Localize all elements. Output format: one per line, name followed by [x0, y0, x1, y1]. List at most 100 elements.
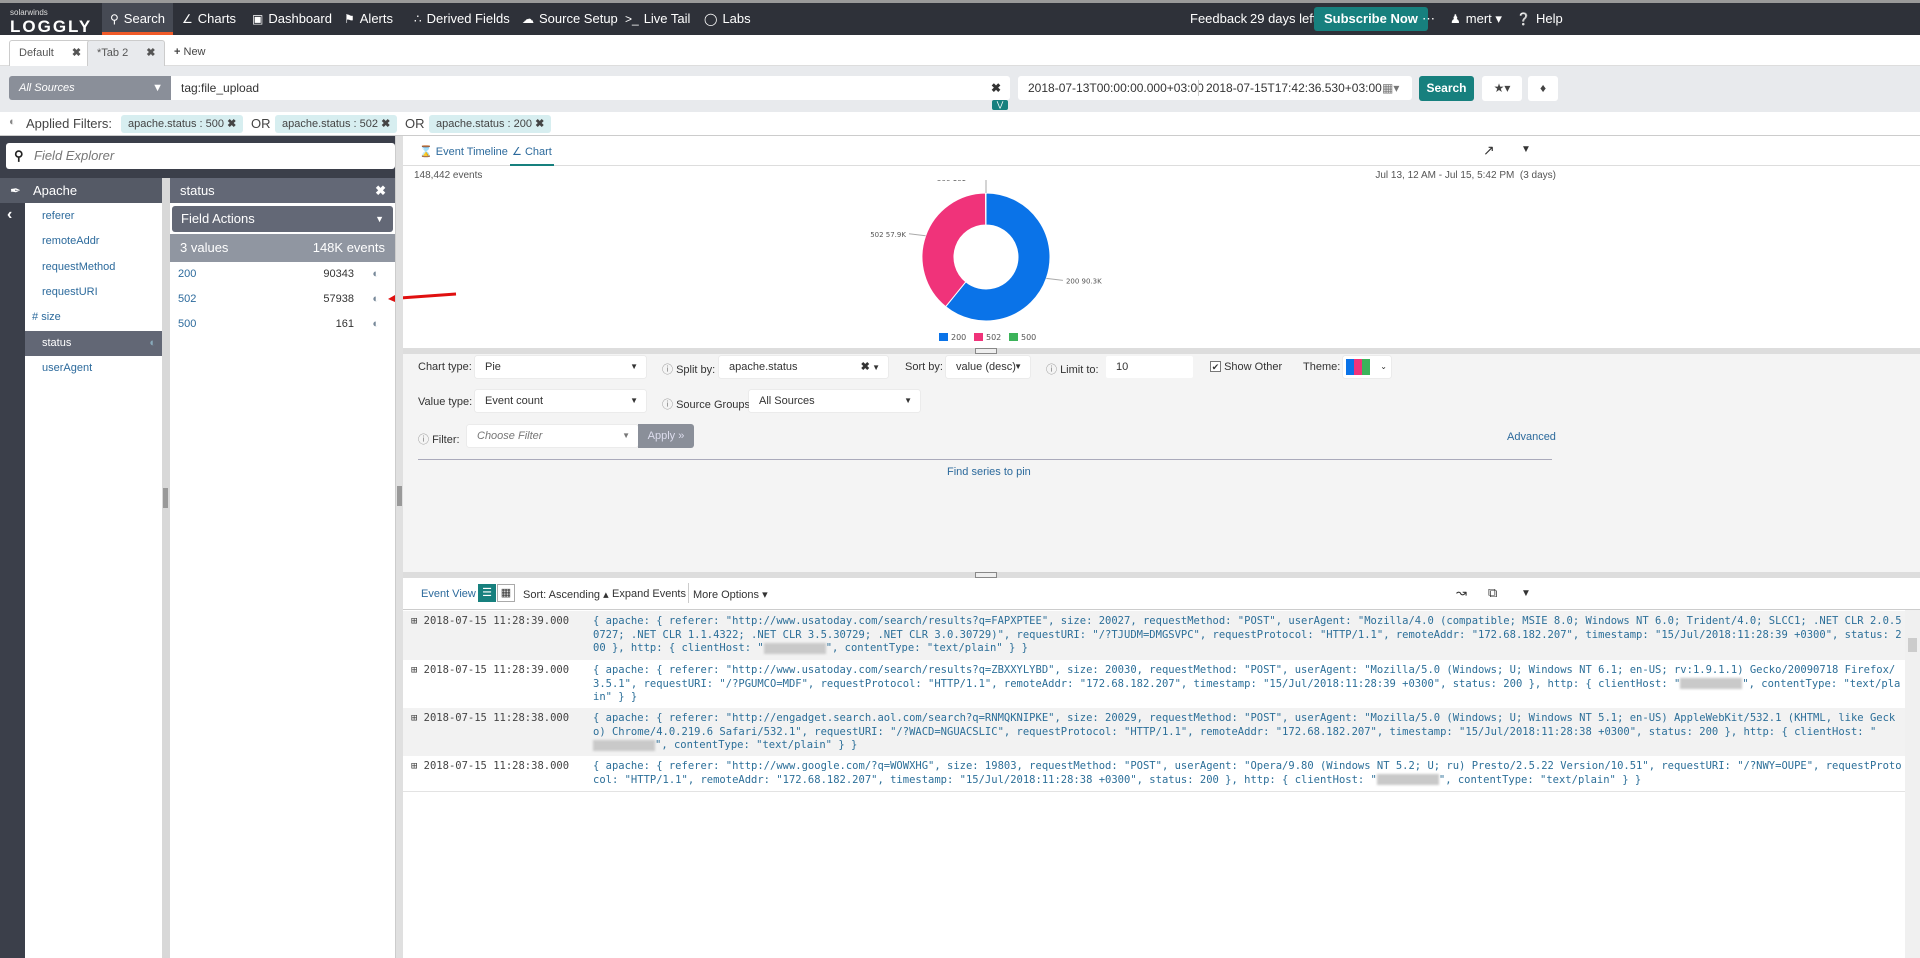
theme-select[interactable]: ⌄ — [1343, 356, 1391, 378]
event-row[interactable]: ⊞ 2018-07-15 11:28:39.000{ apache: { ref… — [403, 611, 1920, 661]
value-label[interactable]: 502 — [178, 287, 196, 312]
field-useragent[interactable]: userAgent — [25, 356, 162, 381]
advanced-link[interactable]: Advanced — [1507, 431, 1556, 443]
show-other-checkbox[interactable]: ✔ Show Other — [1210, 361, 1282, 373]
value-label[interactable]: 200 — [178, 262, 196, 287]
query-input[interactable]: tag:file_upload ✖ — [171, 76, 1010, 100]
expand-icon[interactable]: ⊞ — [411, 615, 417, 627]
close-icon[interactable]: ✖ — [146, 47, 155, 59]
filter-chip[interactable]: apache.status : 502 ✖ — [275, 115, 398, 133]
remove-icon[interactable]: ✖ — [535, 118, 544, 130]
source-groups-select[interactable]: All Sources ▼ — [749, 390, 920, 412]
filter-select[interactable]: Choose Filter ▼ — [467, 425, 638, 447]
value-row[interactable]: 500 161 ◐ — [170, 312, 395, 337]
nav-alerts[interactable]: ⚑ Alerts — [336, 3, 401, 35]
clear-chevron-icon[interactable]: ✖ ▼ — [861, 356, 880, 379]
tab-2[interactable]: *Tab 2 ✖ — [87, 40, 166, 66]
date-to[interactable]: 2018-07-15T17:42:36.530+03:00 — [1206, 76, 1382, 100]
chart-type-select[interactable]: Pie ▼ — [475, 356, 646, 378]
nav-search[interactable]: ⚲ Search — [102, 3, 173, 35]
events-scrollbar[interactable] — [1905, 610, 1920, 958]
filter-chip[interactable]: apache.status : 500 ✖ — [121, 115, 244, 133]
filter-toggle-icon[interactable]: ◐ — [372, 287, 379, 312]
filter-toggle-icon[interactable]: ◐ — [372, 312, 379, 337]
field-explorer-input[interactable]: ⚲ Field Explorer — [6, 143, 395, 169]
apply-button[interactable]: Apply » — [638, 424, 694, 448]
legend-swatch-500[interactable] — [1009, 333, 1018, 341]
collapse-icon[interactable]: ‹ — [7, 206, 12, 224]
star-icon[interactable]: ★▾ — [1482, 76, 1522, 101]
value-type-select[interactable]: Event count ▼ — [475, 390, 646, 412]
field-referer[interactable]: referer — [25, 204, 162, 229]
loggly-logo[interactable]: solarwinds LOGGLY — [10, 8, 92, 37]
legend-label[interactable]: 500 — [1021, 333, 1036, 342]
field-actions-dropdown[interactable]: Field Actions ▼ — [172, 206, 393, 232]
export-icon[interactable]: ↝ — [1456, 585, 1467, 601]
field-status[interactable]: status ◐ — [25, 331, 162, 356]
panel-resize-handle[interactable] — [395, 136, 403, 958]
nav-dashboard[interactable]: ▣ Dashboard — [244, 3, 340, 35]
filter-toggle-icon[interactable]: ◐ — [149, 331, 156, 356]
event-row[interactable]: ⊞ 2018-07-15 11:28:38.000 { apache: { ref… — [403, 756, 1920, 792]
new-tab-button[interactable]: + New — [174, 46, 206, 58]
split-by-select[interactable]: apache.status ✖ ▼ — [719, 356, 888, 378]
apps-grid-icon[interactable]: ⋯ — [1414, 3, 1443, 35]
source-dropdown[interactable]: All Sources ▼ — [9, 76, 171, 100]
field-list-scrollbar[interactable] — [162, 178, 170, 958]
close-icon[interactable]: ✖ — [375, 178, 386, 203]
legend-swatch-502[interactable] — [974, 333, 983, 341]
checkbox-icon[interactable]: ✔ — [1210, 361, 1221, 372]
date-from[interactable]: 2018-07-13T00:00:00.000+03:00 — [1028, 76, 1204, 100]
expand-query-icon[interactable]: ⋁ — [992, 100, 1008, 110]
help-link[interactable]: ❔ Help — [1508, 3, 1571, 35]
bell-icon[interactable]: ♦ — [1528, 76, 1558, 101]
legend-swatch-200[interactable] — [939, 333, 948, 341]
tab-event-timeline[interactable]: ⌛ Event Timeline — [419, 145, 508, 158]
grid-view-icon[interactable]: ▦ — [497, 584, 515, 602]
expand-events-button[interactable]: Expand Events — [612, 588, 686, 600]
share-icon[interactable]: ⧉ — [1488, 585, 1497, 601]
remove-icon[interactable]: ✖ — [381, 118, 390, 130]
chevron-down-icon[interactable]: ▼ — [1521, 588, 1531, 599]
expand-icon[interactable]: ⊞ — [411, 664, 417, 676]
filter-toggle-icon[interactable]: ◐ — [9, 116, 16, 128]
event-row[interactable]: ⊞ 2018-07-15 11:28:38.000 { apache: { ref… — [403, 708, 1920, 758]
nav-labs[interactable]: ◯ Labs — [696, 3, 759, 35]
nav-live-tail[interactable]: >_ Live Tail — [617, 3, 698, 35]
field-requesturi[interactable]: requestURI — [25, 280, 162, 305]
filter-chip[interactable]: apache.status : 200 ✖ — [429, 115, 552, 133]
event-row[interactable]: ⊞ 2018-07-15 11:28:39.000{ apache: { ref… — [403, 660, 1920, 710]
nav-charts[interactable]: ∠ Charts — [174, 3, 244, 35]
subscribe-now-button[interactable]: Subscribe Now — [1314, 7, 1428, 31]
field-remoteaddr[interactable]: remoteAddr — [25, 229, 162, 254]
search-button[interactable]: Search — [1419, 76, 1474, 101]
remove-icon[interactable]: ✖ — [227, 118, 236, 130]
value-row[interactable]: 200 90343 ◐ — [170, 262, 395, 287]
sort-dropdown[interactable]: Sort: Ascending ▴ — [523, 588, 609, 601]
expand-icon[interactable]: ⊞ — [411, 712, 417, 724]
find-series-link[interactable]: Find series to pin — [947, 466, 1031, 478]
user-menu[interactable]: ♟ mert ▾ — [1442, 3, 1510, 35]
list-view-icon[interactable]: ☰ — [478, 584, 496, 602]
legend-label[interactable]: 200 — [951, 333, 966, 342]
clear-icon[interactable]: ✖ — [991, 76, 1001, 100]
field-size[interactable]: # size — [25, 305, 162, 330]
field-requestmethod[interactable]: requestMethod — [25, 255, 162, 280]
tab-chart[interactable]: ∠ Chart — [510, 145, 554, 166]
value-label[interactable]: 500 — [178, 312, 196, 337]
nav-derived-fields[interactable]: ∴ Derived Fields — [406, 3, 518, 35]
legend-label[interactable]: 502 — [986, 333, 1001, 342]
nav-source-setup[interactable]: ☁ Source Setup — [514, 3, 626, 35]
apache-group-header[interactable]: ✒ Apache — [0, 178, 162, 203]
calendar-icon[interactable]: ▦▾ — [1382, 76, 1399, 100]
more-options-dropdown[interactable]: More Options ▾ — [693, 588, 768, 601]
limit-input[interactable]: 10 — [1106, 356, 1193, 378]
close-icon[interactable]: ✖ — [72, 47, 81, 59]
date-range-picker[interactable]: 2018-07-13T00:00:00.000+03:00 2018-07-15… — [1018, 76, 1412, 100]
sort-by-select[interactable]: value (desc) ▼ — [946, 356, 1030, 378]
filter-toggle-icon[interactable]: ◐ — [372, 262, 379, 287]
tab-default[interactable]: Default ✖ — [9, 40, 92, 66]
value-row[interactable]: 502 57938 ◐ — [170, 287, 395, 312]
chevron-down-icon[interactable]: ▼ — [1521, 144, 1531, 155]
edit-chart-icon[interactable]: ↗ — [1483, 142, 1495, 159]
